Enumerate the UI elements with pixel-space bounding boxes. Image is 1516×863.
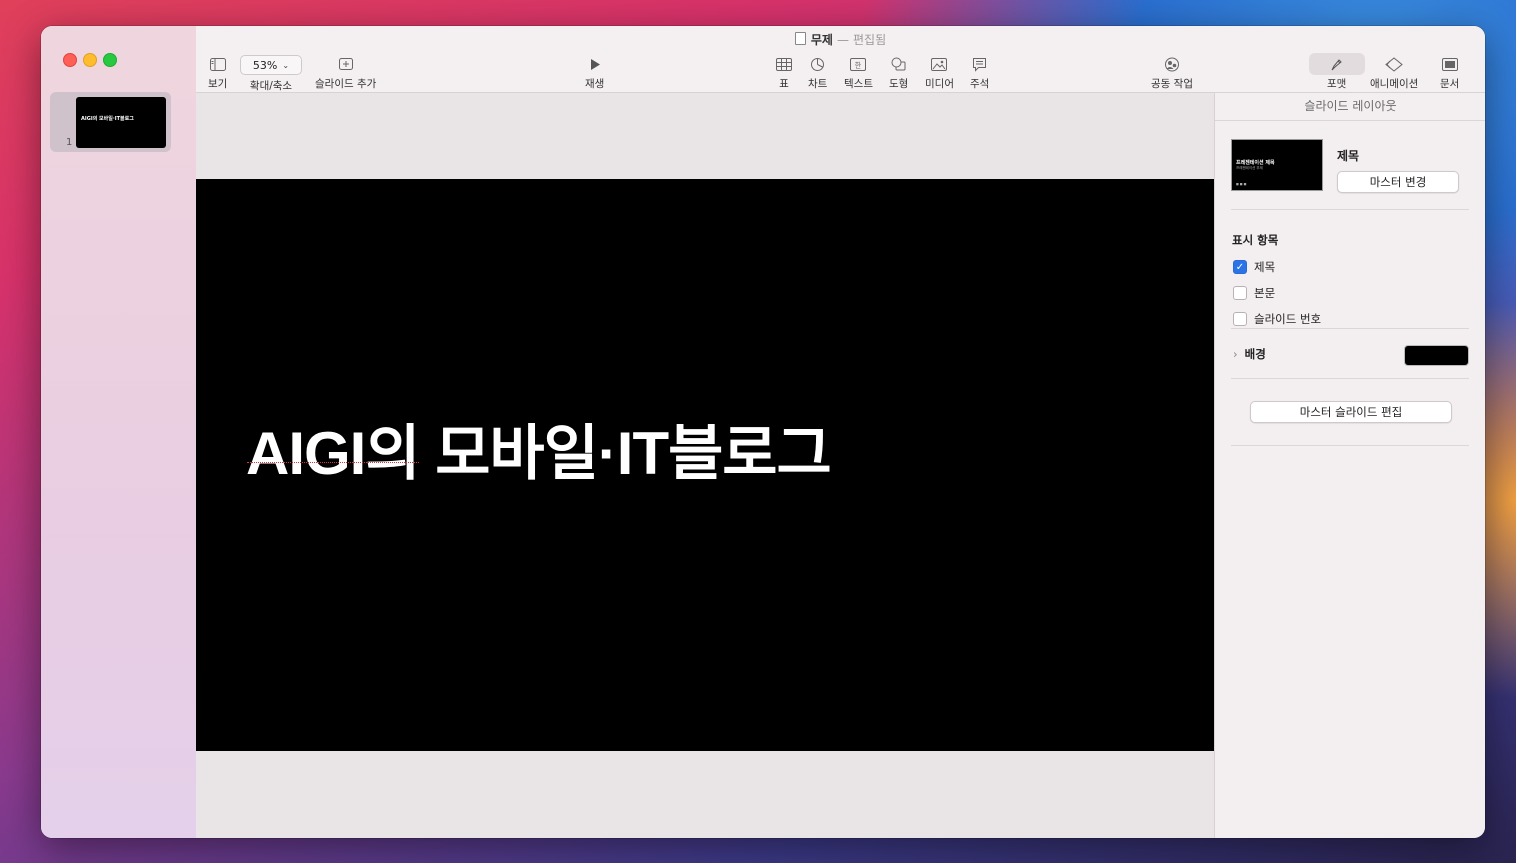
play-button[interactable]: 재생 xyxy=(585,56,604,91)
layout-thumb-footer: ■ ■ ■ xyxy=(1236,182,1247,186)
title-checkbox-label: 제목 xyxy=(1254,260,1276,274)
view-button[interactable]: 보기 xyxy=(208,56,227,91)
body-checkbox[interactable] xyxy=(1233,286,1247,300)
layout-thumb-title: 프레젠테이션 제목 xyxy=(1236,160,1275,166)
text-button[interactable]: 한 텍스트 xyxy=(844,56,873,91)
table-button[interactable]: 표 xyxy=(776,56,792,91)
slide-number-checkbox-label: 슬라이드 번호 xyxy=(1254,312,1322,326)
zoom-window-button[interactable] xyxy=(103,53,117,67)
add-slide-label: 슬라이드 추가 xyxy=(315,78,377,90)
slide-thumbnail-text: AIGI의 모바일·IT블로그 xyxy=(81,116,134,122)
collaborate-label: 공동 작업 xyxy=(1151,78,1193,90)
slide-title-text[interactable]: AIGI의 모바일·IT블로그 xyxy=(246,405,832,492)
slide-number-checkbox-row[interactable]: 슬라이드 번호 xyxy=(1233,311,1321,327)
toolbar: 무제 — 편집됨 보기 53% ⌄ 확대/축소 슬라이드 추가 재생 표 차트 … xyxy=(196,26,1485,93)
collaborate-button[interactable]: 공동 작업 xyxy=(1151,56,1193,91)
chevron-down-icon: ⌄ xyxy=(282,60,290,70)
close-window-button[interactable] xyxy=(63,53,77,67)
play-icon xyxy=(589,56,601,72)
edit-master-slide-button[interactable]: 마스터 슬라이드 편집 xyxy=(1250,401,1452,423)
title-checkbox-row[interactable]: ✓ 제목 xyxy=(1233,259,1275,275)
slide-navigator: 1 AIGI의 모바일·IT블로그 xyxy=(41,26,197,838)
svg-text:한: 한 xyxy=(855,61,862,69)
divider xyxy=(1231,445,1469,446)
zoom-control[interactable]: 53% ⌄ 확대/축소 xyxy=(240,55,302,93)
chart-label: 차트 xyxy=(808,78,828,90)
title-separator: — xyxy=(836,33,849,47)
background-label: 배경 xyxy=(1244,347,1266,361)
shape-button[interactable]: 도형 xyxy=(889,56,908,91)
zoom-value: 53% xyxy=(252,58,278,72)
zoom-select[interactable]: 53% ⌄ xyxy=(240,55,302,75)
comment-icon xyxy=(972,56,987,72)
body-checkbox-row[interactable]: 본문 xyxy=(1233,285,1275,301)
table-icon xyxy=(776,56,792,72)
format-label: 포맷 xyxy=(1327,78,1347,90)
collaborate-icon xyxy=(1164,56,1180,72)
appearance-label: 표시 항목 xyxy=(1232,233,1279,247)
document-status: 편집됨 xyxy=(852,33,887,47)
divider xyxy=(1231,209,1469,210)
slide-thumbnail-selected[interactable]: 1 AIGI의 모바일·IT블로그 xyxy=(50,92,171,152)
chart-icon xyxy=(810,56,825,72)
keynote-window: 1 AIGI의 모바일·IT블로그 무제 — 편집됨 보기 53% ⌄ 확대/축소 xyxy=(41,26,1485,838)
comment-button[interactable]: 주석 xyxy=(970,56,989,91)
media-button[interactable]: 미디어 xyxy=(925,56,954,91)
zoom-label: 확대/축소 xyxy=(249,80,293,92)
play-label: 재생 xyxy=(585,78,605,90)
slide-number-checkbox[interactable] xyxy=(1233,312,1247,326)
document-label: 문서 xyxy=(1440,78,1460,90)
slide-number: 1 xyxy=(66,137,73,148)
photo-icon xyxy=(931,56,948,72)
divider xyxy=(1231,328,1469,329)
text-box-icon: 한 xyxy=(850,56,867,72)
animate-button[interactable]: 애니메이션 xyxy=(1370,56,1418,91)
layout-thumbnail[interactable]: 프레젠테이션 제목 프레젠테이션 부제 ■ ■ ■ xyxy=(1231,139,1323,191)
view-label: 보기 xyxy=(208,78,228,90)
inspector-header: 슬라이드 레이아웃 xyxy=(1215,93,1485,121)
document-name[interactable]: 무제 xyxy=(811,33,833,47)
format-button[interactable]: 포맷 xyxy=(1327,56,1346,91)
paintbrush-icon xyxy=(1329,56,1344,72)
shape-label: 도형 xyxy=(889,78,909,90)
change-master-button[interactable]: 마스터 변경 xyxy=(1337,171,1459,193)
title-checkbox[interactable]: ✓ xyxy=(1233,260,1247,274)
chart-button[interactable]: 차트 xyxy=(808,56,827,91)
text-label: 텍스트 xyxy=(844,78,873,90)
master-name: 제목 xyxy=(1337,149,1360,163)
layout-thumb-subtitle: 프레젠테이션 부제 xyxy=(1236,166,1263,170)
slide-canvas[interactable]: AIGI의 모바일·IT블로그 xyxy=(196,93,1214,838)
background-color-well[interactable] xyxy=(1404,345,1469,366)
document-button[interactable]: 문서 xyxy=(1440,56,1459,91)
format-inspector: 슬라이드 레이아웃 프레젠테이션 제목 프레젠테이션 부제 ■ ■ ■ 제목 마… xyxy=(1214,93,1485,838)
background-disclosure[interactable]: › 배경 xyxy=(1233,346,1266,362)
chevron-right-icon: › xyxy=(1233,347,1238,361)
add-slide-button[interactable]: 슬라이드 추가 xyxy=(315,56,376,91)
sidebar-icon xyxy=(209,56,226,72)
add-slide-icon xyxy=(338,56,354,72)
animate-label: 애니메이션 xyxy=(1370,78,1419,90)
minimize-window-button[interactable] xyxy=(83,53,97,67)
media-label: 미디어 xyxy=(925,78,954,90)
comment-label: 주석 xyxy=(970,78,990,90)
slide-thumbnail[interactable]: AIGI의 모바일·IT블로그 xyxy=(76,97,166,148)
window-title: 무제 — 편집됨 xyxy=(196,31,1485,48)
spelling-underline xyxy=(247,462,419,463)
document-icon xyxy=(794,32,806,45)
body-checkbox-label: 본문 xyxy=(1254,286,1276,300)
diamond-icon xyxy=(1384,56,1404,72)
slide[interactable]: AIGI의 모바일·IT블로그 xyxy=(196,179,1214,751)
document-inspector-icon xyxy=(1441,56,1458,72)
shape-icon xyxy=(891,56,906,72)
divider xyxy=(1231,378,1469,379)
table-label: 표 xyxy=(779,78,789,90)
